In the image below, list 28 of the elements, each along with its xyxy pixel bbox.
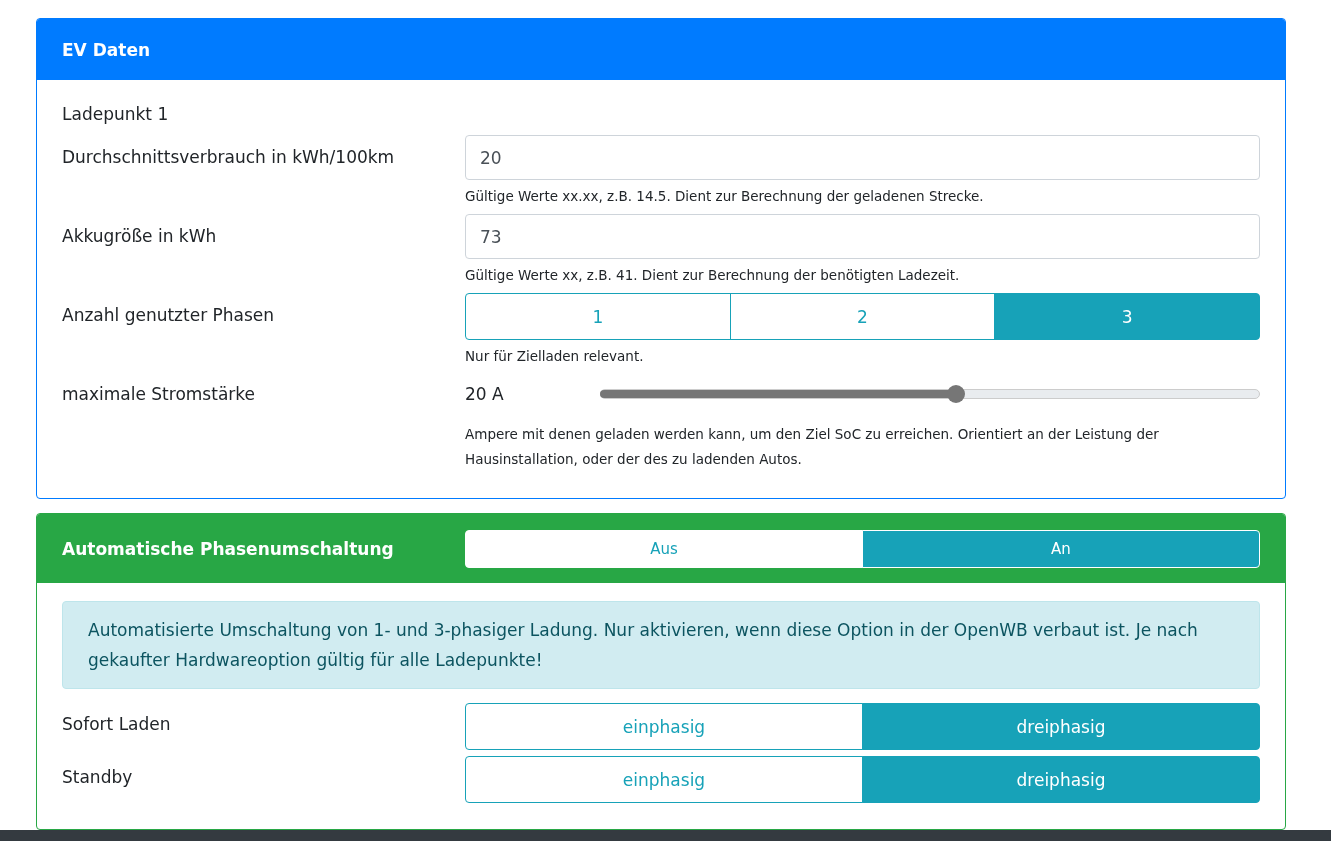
input-field[interactable]: 73 xyxy=(465,214,1260,259)
field-label: Durchschnittsverbrauch in kWh/100km xyxy=(62,146,396,167)
field-label: maximale Stromstärke xyxy=(62,383,256,404)
card-title: EV Daten xyxy=(62,39,151,60)
slider-reading: 20 A xyxy=(465,384,505,404)
field-label: Anzahl genutzter Phasen xyxy=(62,304,276,325)
slider-thumb[interactable] xyxy=(947,385,966,403)
option-button[interactable]: dreiphasig xyxy=(862,703,1260,750)
option-button[interactable]: 2 xyxy=(729,293,996,340)
option-button[interactable]: dreiphasig xyxy=(862,756,1260,803)
field-label: Sofort Laden xyxy=(62,713,172,734)
option-button[interactable]: 1 xyxy=(465,293,731,340)
help-text: Nur für Zielladen relevant. xyxy=(465,347,645,366)
field-label: Akkugröße in kWh xyxy=(62,225,218,246)
help-text: Gültige Werte xx.xx, z.B. 14.5. Dient zur Berechnung der geladenen Strecke. xyxy=(465,187,985,206)
field-label: Standby xyxy=(62,766,134,787)
section-label: Ladepunkt 1 xyxy=(62,104,169,124)
option-button[interactable]: 3 xyxy=(994,293,1260,340)
help-text: Ampere mit denen geladen werden kann, um den Ziel SoC zu erreichen. Orientiert an der Leistung der Hausinstallation, oder der des zu ladenden Autos. xyxy=(465,425,1160,469)
help-text: Gültige Werte xx, z.B. 41. Dient zur Berechnung der benötigten Ladezeit. xyxy=(465,266,961,285)
option-button[interactable]: Aus xyxy=(465,529,863,568)
input-field[interactable]: 20 xyxy=(465,135,1260,180)
option-button[interactable]: An xyxy=(862,529,1260,568)
info-alert: Automatisierte Umschaltung von 1- und 3-phasiger Ladung. Nur aktivieren, wenn diese Option in der OpenWB verbaut ist. Je nach gekaufter Hardwareoption gültig für alle Ladepunkte! xyxy=(62,601,1260,689)
slider-track[interactable] xyxy=(600,385,1260,403)
option-button[interactable]: einphasig xyxy=(465,703,863,750)
card-title: Automatische Phasenumschaltung xyxy=(62,538,395,559)
option-button[interactable]: einphasig xyxy=(465,756,863,803)
